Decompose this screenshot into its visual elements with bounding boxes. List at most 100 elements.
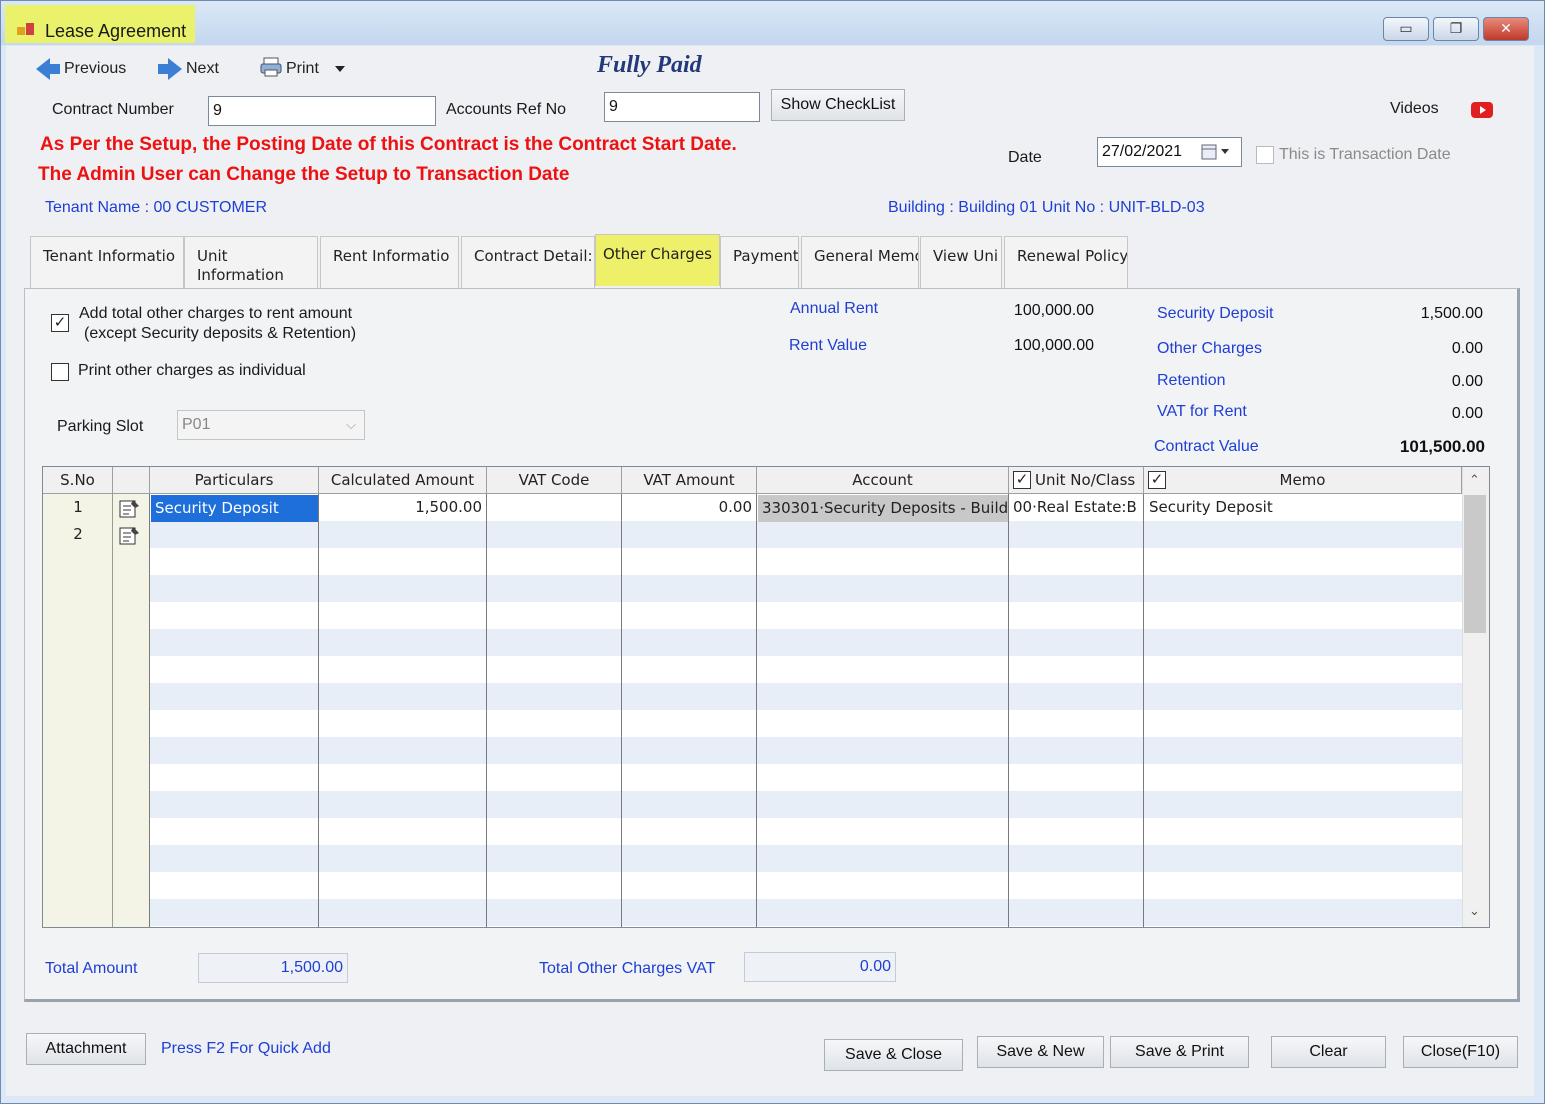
add-total-label: Add total other charges to rent amount [79,305,353,322]
row1-memo[interactable]: Security Deposit [1149,494,1459,521]
tab-payment[interactable]: Payment [720,236,799,288]
app-icon [17,21,35,37]
chevron-down-icon: ⌵ [346,417,356,432]
save-print-button[interactable]: Save & Print [1110,1036,1249,1068]
row-edit-icon[interactable] [119,525,141,550]
row1-account[interactable]: 330301·Security Deposits - Buildi [758,495,1008,522]
row1-particulars[interactable]: Security Deposit [151,495,318,522]
header-vat-amount[interactable]: VAT Amount [622,467,757,494]
rent-value-label: Rent Value [789,337,867,354]
header-vat-code[interactable]: VAT Code [487,467,622,494]
total-vat-field: 0.00 [744,952,896,982]
date-label: Date [1008,149,1042,166]
add-total-note: (except Security deposits & Retention) [84,325,357,342]
contract-value-label: Contract Value [1154,438,1259,455]
admin-setup-warning: The Admin User can Change the Setup to T… [38,164,570,185]
annual-rent-label: Annual Rent [790,300,879,317]
column-divider [487,494,622,927]
column-divider [113,494,150,927]
contract-number-label: Contract Number [52,101,174,118]
column-divider [319,494,487,927]
column-divider [43,494,113,927]
parking-slot-select[interactable]: P01 ⌵ [177,410,365,440]
vat-for-rent-value: 0.00 [1451,405,1483,422]
videos-label[interactable]: Videos [1390,100,1439,118]
header-calculated-amount[interactable]: Calculated Amount [319,467,487,494]
calendar-icon[interactable] [1201,144,1231,165]
row-edit-icon[interactable] [119,498,141,523]
memo-column-checkbox[interactable]: ✓ [1148,471,1166,489]
column-divider [150,494,319,927]
total-amount-field: 1,500.00 [198,953,348,983]
other-charges-label: Other Charges [1157,340,1262,357]
header-particulars[interactable]: Particulars [150,467,319,494]
tab-other-charges[interactable]: Other Charges [595,234,720,286]
print-label: Print [286,60,319,77]
scrollbar-thumb[interactable] [1464,495,1486,633]
total-amount-label: Total Amount [45,960,138,977]
next-button[interactable]: Next [158,58,219,80]
print-individual-checkbox[interactable] [51,363,69,381]
maximize-button[interactable]: ❐ [1433,17,1479,41]
header-account[interactable]: Account [757,467,1009,494]
payment-status: Fully Paid [597,52,702,78]
youtube-icon[interactable] [1471,102,1493,123]
rent-value-value: 100,000.00 [1013,337,1094,354]
title-bar[interactable]: Lease Agreement ▭ ❐ ✕ [1,1,1544,45]
arrow-right-icon [158,58,182,80]
dropdown-arrow-icon[interactable] [334,66,345,72]
row1-sno: 1 [73,498,83,516]
column-divider [1009,494,1144,927]
date-value: 27/02/2021 [1102,143,1183,160]
total-vat-label: Total Other Charges VAT [539,960,716,977]
close-window-button[interactable]: ✕ [1483,17,1529,41]
header-memo[interactable]: Memo [1144,467,1462,494]
tab-rent-information[interactable]: Rent Informatio [320,236,459,288]
retention-value: 0.00 [1451,373,1483,390]
add-total-checkbox[interactable]: ✓ [51,314,69,332]
security-deposit-value: 1,500.00 [1420,305,1483,322]
transaction-date-checkbox[interactable] [1256,146,1274,164]
column-divider [622,494,757,927]
unit-column-checkbox[interactable]: ✓ [1013,471,1031,489]
tab-contract-details[interactable]: Contract Detail: [461,236,595,288]
row1-vat-amount[interactable]: 0.00 [623,494,752,521]
scroll-down-icon[interactable]: ⌄ [1469,903,1480,919]
save-new-button[interactable]: Save & New [977,1036,1104,1068]
previous-button[interactable]: Previous [36,58,126,80]
next-label: Next [186,60,219,77]
printer-icon [260,57,282,82]
tenant-name: Tenant Name : 00 CUSTOMER [45,199,268,216]
clear-button[interactable]: Clear [1271,1036,1386,1068]
row1-calculated-amount[interactable]: 1,500.00 [320,494,482,521]
tab-view-unit[interactable]: View Uni [920,236,1002,288]
transaction-date-label: This is Transaction Date [1279,146,1451,163]
close-button[interactable]: Close(F10) [1403,1036,1518,1068]
accounts-ref-field[interactable]: 9 [604,92,760,122]
previous-label: Previous [64,60,127,77]
show-checklist-button[interactable]: Show CheckList [771,89,905,121]
scroll-up-icon[interactable]: ⌃ [1469,472,1480,488]
print-individual-label: Print other charges as individual [78,362,306,379]
tab-unit-information[interactable]: Unit Information [184,236,318,288]
building-unit-info: Building : Building 01 Unit No : UNIT-BL… [888,199,1205,216]
tab-renewal-policy[interactable]: Renewal Policy [1004,236,1128,288]
parking-slot-value: P01 [182,416,211,433]
tab-tenant-information[interactable]: Tenant Informatio [30,236,184,288]
save-close-button[interactable]: Save & Close [824,1039,963,1071]
tab-general-memo[interactable]: General Memo [801,236,919,288]
retention-label: Retention [1157,372,1226,389]
header-sno[interactable]: S.No [43,467,113,494]
other-charges-grid[interactable]: S.No Particulars Calculated Amount VAT C… [42,466,1490,928]
contract-number-field[interactable]: 9 [208,96,436,126]
row1-vat-code[interactable] [488,494,622,521]
print-button[interactable]: Print [260,57,345,82]
security-deposit-label: Security Deposit [1157,305,1274,322]
row1-unit-no-class[interactable]: 00·Real Estate:B [1013,494,1143,521]
minimize-button[interactable]: ▭ [1383,17,1429,41]
column-divider [757,494,1009,927]
attachment-button[interactable]: Attachment [26,1033,146,1065]
tab-unit-information-label: Unit Information [197,247,284,284]
quick-add-hint: Press F2 For Quick Add [161,1040,331,1057]
row2-sno: 2 [73,525,83,543]
